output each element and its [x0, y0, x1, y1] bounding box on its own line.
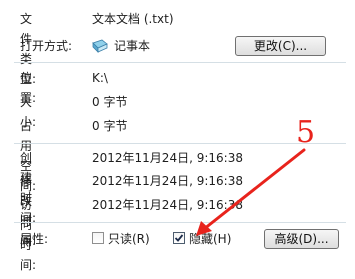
- annotation-arrow: [202, 148, 306, 231]
- annotation-number: 5: [296, 115, 316, 150]
